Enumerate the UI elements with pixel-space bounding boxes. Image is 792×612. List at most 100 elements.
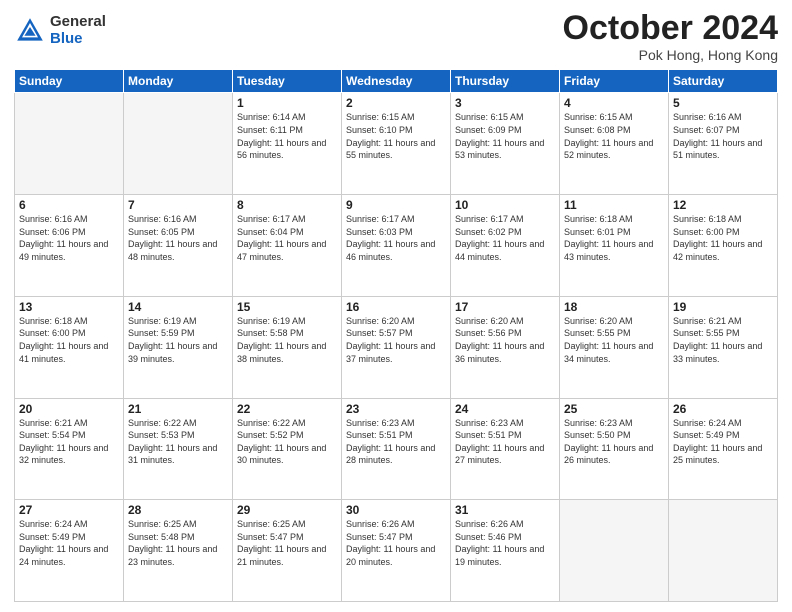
day-number: 8 xyxy=(237,198,337,212)
day-info: Sunrise: 6:21 AM Sunset: 5:54 PM Dayligh… xyxy=(19,417,119,467)
calendar-week-3: 20Sunrise: 6:21 AM Sunset: 5:54 PM Dayli… xyxy=(15,398,778,500)
day-number: 24 xyxy=(455,402,555,416)
calendar-cell-1 xyxy=(124,93,233,195)
weekday-header-monday: Monday xyxy=(124,70,233,93)
calendar-cell-2: 1Sunrise: 6:14 AM Sunset: 6:11 PM Daylig… xyxy=(233,93,342,195)
calendar-cell-18: 17Sunrise: 6:20 AM Sunset: 5:56 PM Dayli… xyxy=(451,296,560,398)
header: General Blue October 2024 Pok Hong, Hong… xyxy=(14,10,778,63)
day-info: Sunrise: 6:18 AM Sunset: 6:01 PM Dayligh… xyxy=(564,213,664,263)
calendar-cell-15: 14Sunrise: 6:19 AM Sunset: 5:59 PM Dayli… xyxy=(124,296,233,398)
calendar-cell-9: 8Sunrise: 6:17 AM Sunset: 6:04 PM Daylig… xyxy=(233,195,342,297)
day-number: 31 xyxy=(455,503,555,517)
day-number: 13 xyxy=(19,300,119,314)
calendar-cell-13: 12Sunrise: 6:18 AM Sunset: 6:00 PM Dayli… xyxy=(669,195,778,297)
day-number: 19 xyxy=(673,300,773,314)
calendar-cell-34 xyxy=(669,500,778,602)
calendar-cell-20: 19Sunrise: 6:21 AM Sunset: 5:55 PM Dayli… xyxy=(669,296,778,398)
weekday-header-friday: Friday xyxy=(560,70,669,93)
day-info: Sunrise: 6:17 AM Sunset: 6:03 PM Dayligh… xyxy=(346,213,446,263)
weekday-header-thursday: Thursday xyxy=(451,70,560,93)
day-info: Sunrise: 6:24 AM Sunset: 5:49 PM Dayligh… xyxy=(19,518,119,568)
day-info: Sunrise: 6:22 AM Sunset: 5:53 PM Dayligh… xyxy=(128,417,228,467)
day-info: Sunrise: 6:15 AM Sunset: 6:09 PM Dayligh… xyxy=(455,111,555,161)
calendar-cell-29: 28Sunrise: 6:25 AM Sunset: 5:48 PM Dayli… xyxy=(124,500,233,602)
day-number: 11 xyxy=(564,198,664,212)
day-info: Sunrise: 6:26 AM Sunset: 5:47 PM Dayligh… xyxy=(346,518,446,568)
day-number: 9 xyxy=(346,198,446,212)
day-number: 30 xyxy=(346,503,446,517)
day-number: 14 xyxy=(128,300,228,314)
calendar-cell-21: 20Sunrise: 6:21 AM Sunset: 5:54 PM Dayli… xyxy=(15,398,124,500)
calendar-cell-0 xyxy=(15,93,124,195)
calendar-cell-26: 25Sunrise: 6:23 AM Sunset: 5:50 PM Dayli… xyxy=(560,398,669,500)
calendar-cell-3: 2Sunrise: 6:15 AM Sunset: 6:10 PM Daylig… xyxy=(342,93,451,195)
calendar-cell-8: 7Sunrise: 6:16 AM Sunset: 6:05 PM Daylig… xyxy=(124,195,233,297)
calendar-cell-19: 18Sunrise: 6:20 AM Sunset: 5:55 PM Dayli… xyxy=(560,296,669,398)
logo-general-text: General xyxy=(50,14,106,31)
calendar-cell-25: 24Sunrise: 6:23 AM Sunset: 5:51 PM Dayli… xyxy=(451,398,560,500)
calendar-cell-23: 22Sunrise: 6:22 AM Sunset: 5:52 PM Dayli… xyxy=(233,398,342,500)
day-info: Sunrise: 6:20 AM Sunset: 5:55 PM Dayligh… xyxy=(564,315,664,365)
calendar-cell-28: 27Sunrise: 6:24 AM Sunset: 5:49 PM Dayli… xyxy=(15,500,124,602)
day-number: 1 xyxy=(237,96,337,110)
day-info: Sunrise: 6:15 AM Sunset: 6:08 PM Dayligh… xyxy=(564,111,664,161)
calendar-cell-5: 4Sunrise: 6:15 AM Sunset: 6:08 PM Daylig… xyxy=(560,93,669,195)
day-info: Sunrise: 6:25 AM Sunset: 5:47 PM Dayligh… xyxy=(237,518,337,568)
calendar-cell-33 xyxy=(560,500,669,602)
day-info: Sunrise: 6:17 AM Sunset: 6:02 PM Dayligh… xyxy=(455,213,555,263)
day-info: Sunrise: 6:26 AM Sunset: 5:46 PM Dayligh… xyxy=(455,518,555,568)
calendar-cell-30: 29Sunrise: 6:25 AM Sunset: 5:47 PM Dayli… xyxy=(233,500,342,602)
logo-text: General Blue xyxy=(50,14,106,47)
day-info: Sunrise: 6:16 AM Sunset: 6:05 PM Dayligh… xyxy=(128,213,228,263)
calendar-title: October 2024 xyxy=(563,10,778,47)
day-info: Sunrise: 6:16 AM Sunset: 6:06 PM Dayligh… xyxy=(19,213,119,263)
title-block: October 2024 Pok Hong, Hong Kong xyxy=(563,10,778,63)
page: General Blue October 2024 Pok Hong, Hong… xyxy=(0,0,792,612)
calendar-cell-10: 9Sunrise: 6:17 AM Sunset: 6:03 PM Daylig… xyxy=(342,195,451,297)
calendar-cell-22: 21Sunrise: 6:22 AM Sunset: 5:53 PM Dayli… xyxy=(124,398,233,500)
calendar-cell-32: 31Sunrise: 6:26 AM Sunset: 5:46 PM Dayli… xyxy=(451,500,560,602)
weekday-header-sunday: Sunday xyxy=(15,70,124,93)
day-number: 15 xyxy=(237,300,337,314)
day-info: Sunrise: 6:19 AM Sunset: 5:59 PM Dayligh… xyxy=(128,315,228,365)
calendar-cell-7: 6Sunrise: 6:16 AM Sunset: 6:06 PM Daylig… xyxy=(15,195,124,297)
weekday-header-row: SundayMondayTuesdayWednesdayThursdayFrid… xyxy=(15,70,778,93)
day-number: 6 xyxy=(19,198,119,212)
day-number: 18 xyxy=(564,300,664,314)
calendar-week-0: 1Sunrise: 6:14 AM Sunset: 6:11 PM Daylig… xyxy=(15,93,778,195)
calendar-cell-6: 5Sunrise: 6:16 AM Sunset: 6:07 PM Daylig… xyxy=(669,93,778,195)
day-info: Sunrise: 6:23 AM Sunset: 5:51 PM Dayligh… xyxy=(455,417,555,467)
calendar-table: SundayMondayTuesdayWednesdayThursdayFrid… xyxy=(14,69,778,602)
day-info: Sunrise: 6:14 AM Sunset: 6:11 PM Dayligh… xyxy=(237,111,337,161)
calendar-cell-17: 16Sunrise: 6:20 AM Sunset: 5:57 PM Dayli… xyxy=(342,296,451,398)
day-info: Sunrise: 6:23 AM Sunset: 5:51 PM Dayligh… xyxy=(346,417,446,467)
day-info: Sunrise: 6:21 AM Sunset: 5:55 PM Dayligh… xyxy=(673,315,773,365)
calendar-cell-24: 23Sunrise: 6:23 AM Sunset: 5:51 PM Dayli… xyxy=(342,398,451,500)
calendar-cell-16: 15Sunrise: 6:19 AM Sunset: 5:58 PM Dayli… xyxy=(233,296,342,398)
day-number: 2 xyxy=(346,96,446,110)
day-number: 16 xyxy=(346,300,446,314)
calendar-cell-31: 30Sunrise: 6:26 AM Sunset: 5:47 PM Dayli… xyxy=(342,500,451,602)
day-info: Sunrise: 6:16 AM Sunset: 6:07 PM Dayligh… xyxy=(673,111,773,161)
calendar-cell-4: 3Sunrise: 6:15 AM Sunset: 6:09 PM Daylig… xyxy=(451,93,560,195)
calendar-cell-14: 13Sunrise: 6:18 AM Sunset: 6:00 PM Dayli… xyxy=(15,296,124,398)
day-info: Sunrise: 6:23 AM Sunset: 5:50 PM Dayligh… xyxy=(564,417,664,467)
day-info: Sunrise: 6:20 AM Sunset: 5:57 PM Dayligh… xyxy=(346,315,446,365)
day-number: 5 xyxy=(673,96,773,110)
day-info: Sunrise: 6:15 AM Sunset: 6:10 PM Dayligh… xyxy=(346,111,446,161)
day-number: 25 xyxy=(564,402,664,416)
day-number: 22 xyxy=(237,402,337,416)
logo-icon xyxy=(14,15,46,47)
day-number: 17 xyxy=(455,300,555,314)
day-number: 12 xyxy=(673,198,773,212)
calendar-cell-11: 10Sunrise: 6:17 AM Sunset: 6:02 PM Dayli… xyxy=(451,195,560,297)
day-number: 21 xyxy=(128,402,228,416)
day-number: 4 xyxy=(564,96,664,110)
day-info: Sunrise: 6:18 AM Sunset: 6:00 PM Dayligh… xyxy=(19,315,119,365)
day-number: 26 xyxy=(673,402,773,416)
day-number: 28 xyxy=(128,503,228,517)
day-info: Sunrise: 6:25 AM Sunset: 5:48 PM Dayligh… xyxy=(128,518,228,568)
calendar-week-4: 27Sunrise: 6:24 AM Sunset: 5:49 PM Dayli… xyxy=(15,500,778,602)
day-info: Sunrise: 6:18 AM Sunset: 6:00 PM Dayligh… xyxy=(673,213,773,263)
calendar-location: Pok Hong, Hong Kong xyxy=(563,47,778,63)
